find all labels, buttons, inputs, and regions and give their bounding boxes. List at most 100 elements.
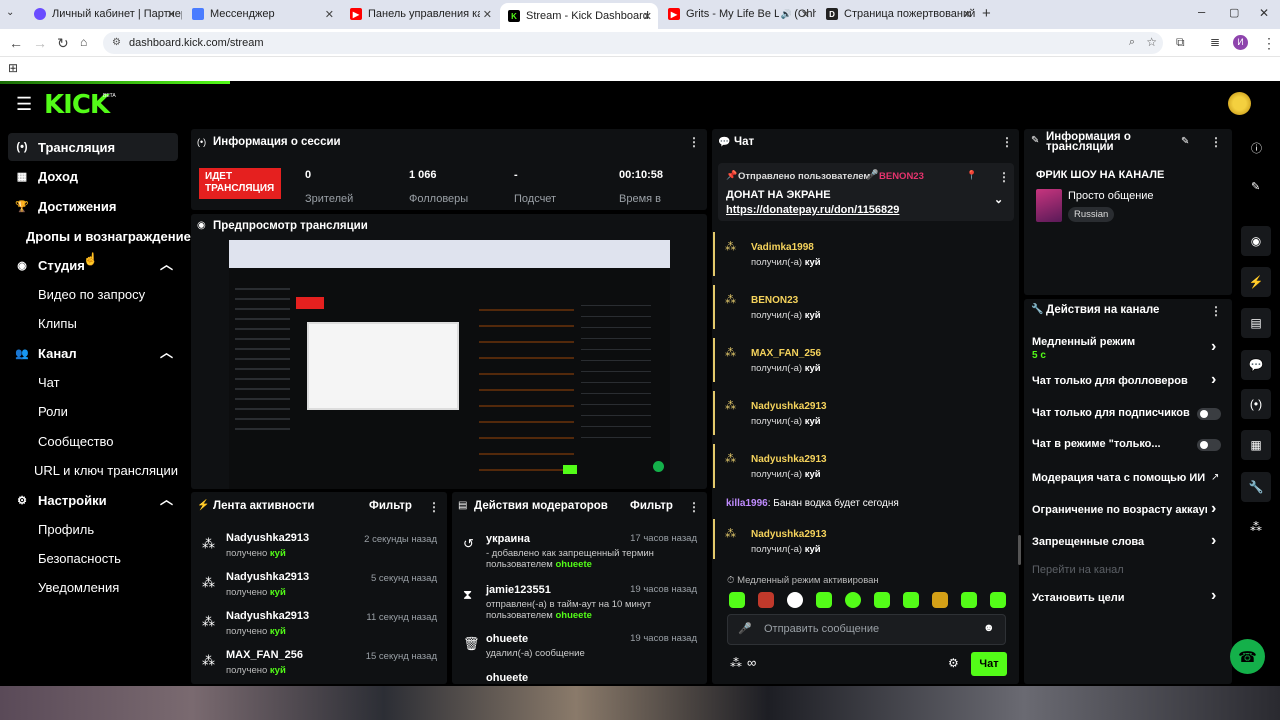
sidebar-item-achievements[interactable]: 🏆 Достижения xyxy=(0,192,116,220)
chat-username[interactable]: Nadyushka2913 xyxy=(751,529,827,540)
sidebar-item-stream-key[interactable]: URL и ключ трансляции xyxy=(34,463,178,478)
tab-search-icon[interactable]: ⌄ xyxy=(6,7,14,18)
activity-filter-button[interactable]: Фильтр xyxy=(369,500,412,512)
close-tab-icon[interactable]: ✕ xyxy=(963,8,972,21)
forward-icon[interactable]: → xyxy=(33,35,47,51)
chat-username[interactable]: Vadimka1998 xyxy=(751,242,814,253)
sidebar-item-security[interactable]: Безопасность xyxy=(38,551,121,566)
moderators-filter-button[interactable]: Фильтр xyxy=(630,500,673,512)
activity-username[interactable]: Nadyushka2913 xyxy=(226,610,309,622)
sidebar-item-drops[interactable]: Дропы и вознаграждение xyxy=(26,229,191,244)
slow-mode-chevron-icon[interactable]: › xyxy=(1211,338,1216,356)
sidebar-item-roles[interactable]: Роли xyxy=(38,404,68,419)
browser-menu-icon[interactable]: ⋮ xyxy=(1262,35,1276,52)
stream-preview-video[interactable] xyxy=(229,240,670,489)
sidebar-item-notifications[interactable]: Уведомления xyxy=(38,580,119,595)
tab-messenger[interactable]: Мессенджер ✕ xyxy=(184,3,340,25)
activity-more-icon[interactable]: ⋮ xyxy=(428,500,440,514)
zoom-icon[interactable]: ⌕ xyxy=(1129,36,1135,49)
sidebar-item-broadcast[interactable]: (•) Трансляция xyxy=(0,133,115,161)
moderator-target[interactable]: ohueete xyxy=(486,672,528,684)
moderator-target[interactable]: украина xyxy=(486,533,530,545)
emote-icon[interactable] xyxy=(990,592,1006,608)
go-to-channel-link[interactable]: Перейти на канал xyxy=(1032,564,1124,576)
rail-edit-icon[interactable]: ✎ xyxy=(1251,180,1260,193)
tab-youtube-studio[interactable]: ▶ Панель управления каналом ✕ xyxy=(342,3,498,25)
tab-donations[interactable]: D Страница пожертвований | D ✕ xyxy=(818,3,978,25)
chevron-right-icon[interactable]: › xyxy=(1211,532,1216,550)
user-avatar[interactable] xyxy=(1228,92,1251,115)
sidebar-item-chat[interactable]: Чат xyxy=(38,375,60,390)
channel-action-label[interactable]: Запрещенные слова xyxy=(1032,536,1207,548)
sidebar-item-studio[interactable]: ◉ Студия xyxy=(0,251,85,279)
set-goals-chevron-icon[interactable]: › xyxy=(1211,587,1216,605)
moderator-by-user[interactable]: ohueete xyxy=(555,610,591,621)
chat-settings-icon[interactable]: ⚙ xyxy=(948,656,959,670)
sidebar-item-settings[interactable]: ⚙ Настройки xyxy=(0,486,107,514)
channel-action-toggle[interactable] xyxy=(1197,408,1221,420)
rail-camera-icon[interactable]: ◉ xyxy=(1241,226,1271,256)
chat-username[interactable]: BENON23 xyxy=(751,295,798,306)
kick-logo[interactable]: KICK xyxy=(44,90,110,120)
sidebar-item-channel[interactable]: 👥 Канал xyxy=(0,339,77,367)
rail-wrench-icon[interactable]: 🔧 xyxy=(1241,472,1271,502)
channel-action-label[interactable]: Чат в режиме "только... xyxy=(1032,438,1192,450)
channel-action-label[interactable]: Модерация чата с помощью ИИ xyxy=(1032,472,1207,484)
media-queue-icon[interactable]: ≣ xyxy=(1210,35,1220,49)
chat-more-icon[interactable]: ⋮ xyxy=(1001,135,1013,149)
chevron-right-icon[interactable]: › xyxy=(1211,500,1216,518)
activity-username[interactable]: MAX_FAN_256 xyxy=(226,649,303,661)
activity-username[interactable]: Nadyushka2913 xyxy=(226,571,309,583)
channel-actions-more-icon[interactable]: ⋮ xyxy=(1210,304,1222,318)
chat-scrollbar[interactable] xyxy=(1018,535,1021,565)
speaker-icon[interactable]: 🔊 xyxy=(778,8,794,20)
url-field[interactable]: ⚙ dashboard.kick.com/stream ⌕ ☆ xyxy=(103,32,1163,54)
rail-chat-icon[interactable]: 💬 xyxy=(1241,350,1271,380)
moderator-target[interactable]: jamie123551 xyxy=(486,584,551,596)
emote-icon[interactable] xyxy=(932,592,948,608)
emote-icon[interactable] xyxy=(961,592,977,608)
studio-collapse-chevron-icon[interactable]: ︿ xyxy=(160,254,173,273)
apps-grid-icon[interactable]: ⊞ xyxy=(8,61,18,75)
support-chat-button[interactable]: ☎ xyxy=(1230,639,1265,674)
pinned-message-link[interactable]: https://donatepay.ru/don/1156829 xyxy=(726,204,899,216)
channel-action-label[interactable]: Чат только для подписчиков xyxy=(1032,407,1192,419)
activity-username[interactable]: Nadyushka2913 xyxy=(226,532,309,544)
channel-collapse-chevron-icon[interactable]: ︿ xyxy=(160,342,173,361)
emote-icon[interactable] xyxy=(845,592,861,608)
rail-notes-icon[interactable]: ▤ xyxy=(1241,308,1271,338)
rail-broadcast-icon[interactable]: (•) xyxy=(1241,389,1271,419)
moderator-by-user[interactable]: ohueete xyxy=(555,559,591,570)
chevron-right-icon[interactable]: › xyxy=(1211,371,1216,389)
sidebar-item-income[interactable]: ▦ Доход xyxy=(0,162,78,190)
moderator-target[interactable]: ohueete xyxy=(486,633,528,645)
minimize-icon[interactable]: – xyxy=(1198,4,1205,19)
sidebar-item-community[interactable]: Сообщество xyxy=(38,434,114,449)
channel-action-label[interactable]: Чат только для фолловеров xyxy=(1032,375,1207,387)
moderators-more-icon[interactable]: ⋮ xyxy=(688,500,700,514)
session-more-icon[interactable]: ⋮ xyxy=(688,135,700,149)
hamburger-menu-icon[interactable]: ☰ xyxy=(16,94,32,115)
emote-icon[interactable] xyxy=(816,592,832,608)
emote-icon[interactable] xyxy=(874,592,890,608)
close-tab-icon[interactable]: ✕ xyxy=(801,8,810,21)
close-tab-icon[interactable]: ✕ xyxy=(479,7,492,21)
close-window-icon[interactable]: ✕ xyxy=(1259,6,1269,20)
rail-bolt-icon[interactable]: ⚡ xyxy=(1241,267,1271,297)
category-text[interactable]: Просто общение xyxy=(1068,190,1154,202)
pinned-expand-chevron-icon[interactable]: ⌄ xyxy=(994,193,1003,206)
set-goals-label[interactable]: Установить цели xyxy=(1032,592,1125,604)
rail-users-icon[interactable]: ⁂ xyxy=(1250,520,1262,534)
profile-avatar[interactable]: И xyxy=(1233,35,1248,50)
home-icon[interactable]: ⌂ xyxy=(80,35,87,49)
channel-action-label[interactable]: Ограничение по возрасту аккаунта xyxy=(1032,504,1207,516)
sidebar-item-vod[interactable]: Видео по запросу xyxy=(38,287,145,302)
pinned-more-icon[interactable]: ⋮ xyxy=(998,170,1010,184)
sidebar-item-clips[interactable]: Клипы xyxy=(38,316,77,331)
channel-action-toggle[interactable] xyxy=(1197,439,1221,451)
emote-icon[interactable] xyxy=(758,592,774,608)
edit-icon[interactable]: ✎ xyxy=(1181,136,1189,147)
external-link-icon[interactable]: ↗ xyxy=(1211,472,1219,483)
bookmark-star-icon[interactable]: ☆ xyxy=(1146,35,1157,49)
maximize-icon[interactable]: ▢ xyxy=(1229,6,1239,19)
